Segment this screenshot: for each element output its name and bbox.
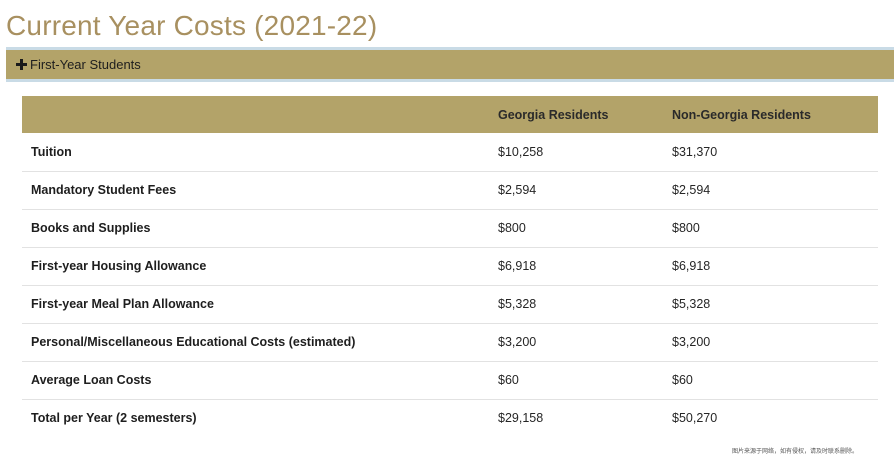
table-row: Mandatory Student Fees $2,594 $2,594 bbox=[22, 171, 878, 210]
non-georgia-value: $31,370 bbox=[664, 133, 878, 172]
row-label: Average Loan Costs bbox=[22, 361, 490, 400]
page-title: Current Year Costs (2021-22) bbox=[6, 10, 378, 41]
accordion-first-year-students[interactable]: First-Year Students bbox=[6, 47, 894, 82]
table-row: Average Loan Costs $60 $60 bbox=[22, 361, 878, 400]
non-georgia-value: $3,200 bbox=[664, 323, 878, 362]
georgia-value: $800 bbox=[490, 209, 664, 248]
row-label: First-year Meal Plan Allowance bbox=[22, 285, 490, 324]
non-georgia-value: $2,594 bbox=[664, 171, 878, 210]
table-row: Tuition $10,258 $31,370 bbox=[22, 133, 878, 172]
row-label: Tuition bbox=[22, 133, 490, 172]
table-row: First-year Housing Allowance $6,918 $6,9… bbox=[22, 247, 878, 286]
table-header-row: Georgia Residents Non-Georgia Residents bbox=[22, 96, 878, 133]
non-georgia-value: $5,328 bbox=[664, 285, 878, 324]
non-georgia-value: $800 bbox=[664, 209, 878, 248]
header-georgia-residents: Georgia Residents bbox=[490, 96, 664, 133]
georgia-value: $29,158 bbox=[498, 411, 544, 426]
watermark-text: 图片来源于网络，如有侵权，请及时联系删除。 bbox=[731, 448, 858, 455]
georgia-value: $60 bbox=[490, 361, 664, 400]
georgia-value: $2,594 bbox=[490, 171, 664, 210]
non-georgia-value: $50,270 bbox=[672, 411, 718, 426]
non-georgia-value: $6,918 bbox=[664, 247, 878, 286]
row-label: First-year Housing Allowance bbox=[22, 247, 490, 286]
accordion-label: First-Year Students bbox=[30, 56, 141, 72]
plus-icon bbox=[16, 59, 27, 70]
georgia-value: $10,258 bbox=[490, 133, 664, 172]
row-label: Personal/Miscellaneous Educational Costs… bbox=[22, 323, 490, 362]
table-row-total: Total per Year (2 semesters) $29,158 $50… bbox=[22, 399, 878, 437]
cost-table: Georgia Residents Non-Georgia Residents … bbox=[22, 96, 878, 437]
table-row: Personal/Miscellaneous Educational Costs… bbox=[22, 323, 878, 362]
georgia-value: $6,918 bbox=[490, 247, 664, 286]
georgia-value: $3,200 bbox=[490, 323, 664, 362]
row-label: Books and Supplies bbox=[22, 209, 490, 248]
table-row: First-year Meal Plan Allowance $5,328 $5… bbox=[22, 285, 878, 324]
header-label-column bbox=[22, 96, 490, 133]
row-label: Mandatory Student Fees bbox=[22, 171, 490, 210]
row-label: Total per Year (2 semesters) bbox=[31, 411, 197, 426]
header-non-georgia-residents: Non-Georgia Residents bbox=[664, 96, 878, 133]
table-row: Books and Supplies $800 $800 bbox=[22, 209, 878, 248]
georgia-value: $5,328 bbox=[490, 285, 664, 324]
non-georgia-value: $60 bbox=[664, 361, 878, 400]
